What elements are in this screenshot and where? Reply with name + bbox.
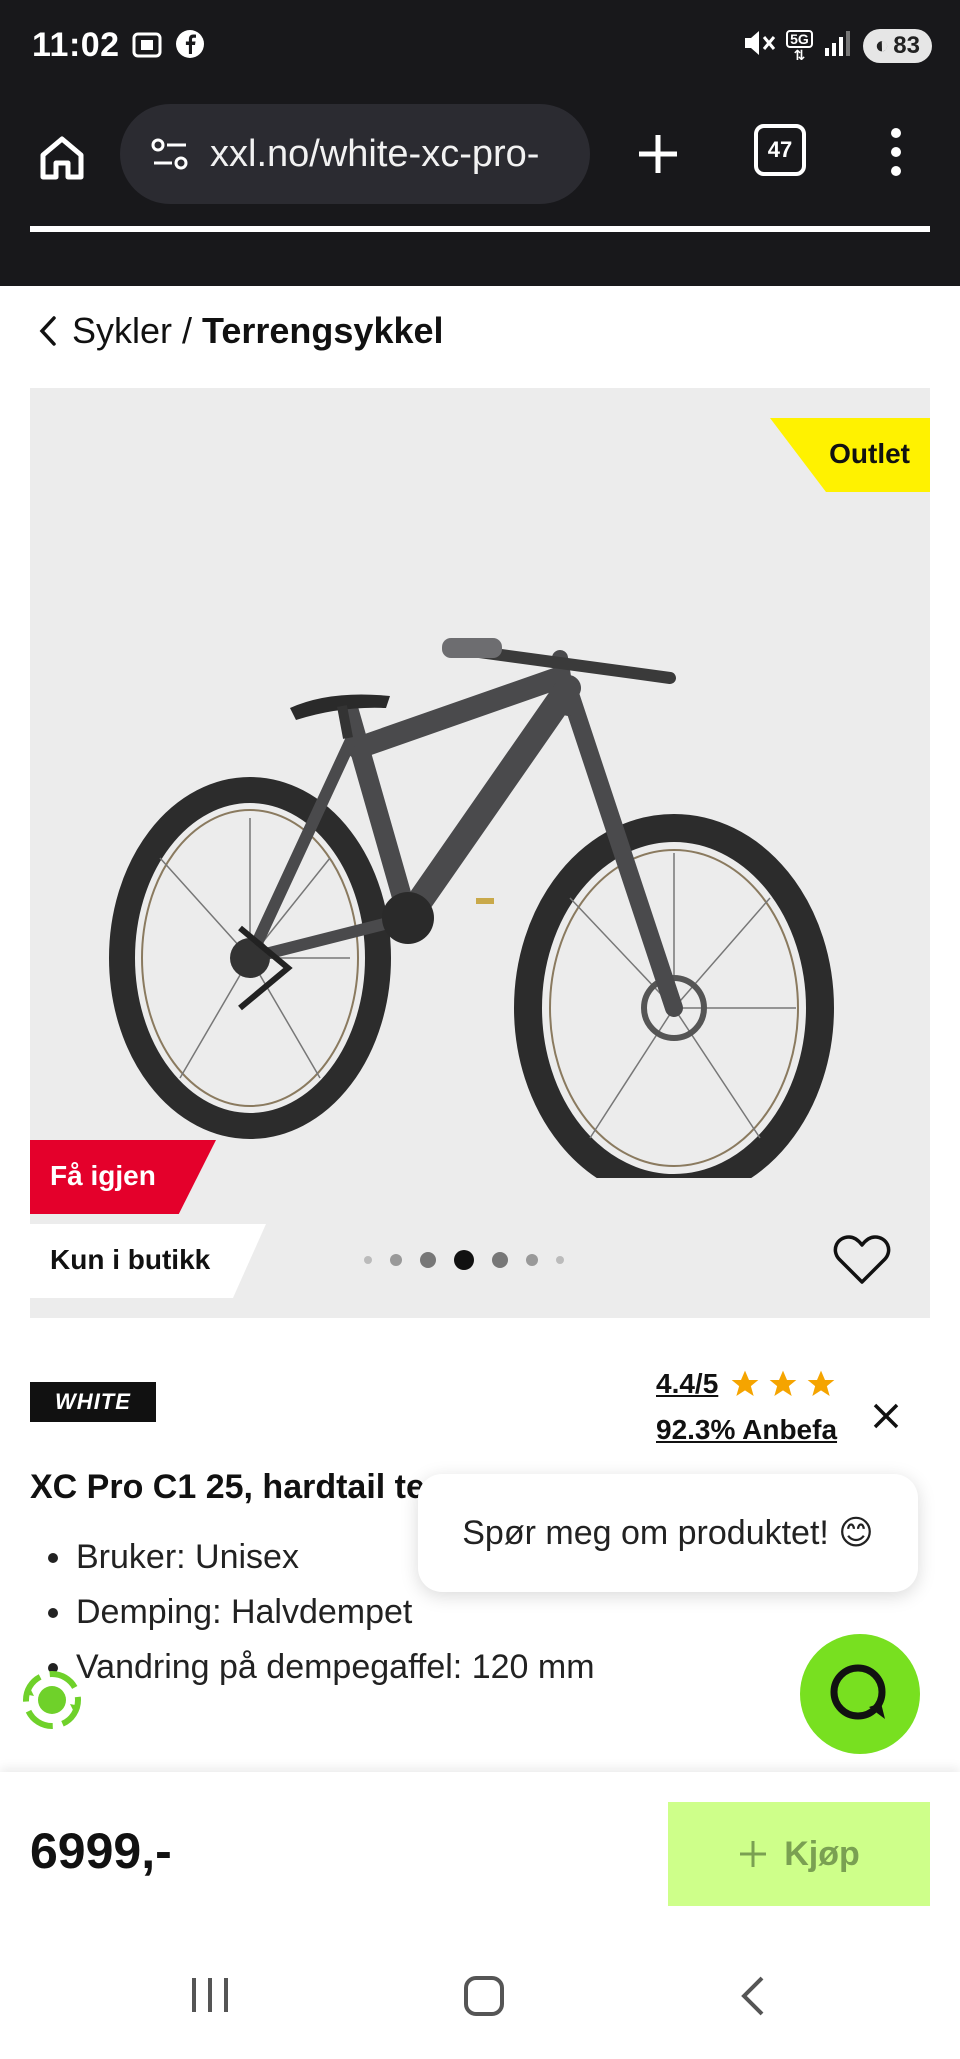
mute-icon — [742, 28, 776, 63]
page-load-indicator — [30, 226, 930, 232]
star-icon — [731, 1370, 759, 1396]
close-icon — [873, 1403, 899, 1429]
rating-value[interactable]: 4.4/5 — [656, 1368, 718, 1400]
heart-icon — [833, 1235, 891, 1284]
home-icon — [40, 136, 84, 180]
browser-menu-button[interactable] — [876, 122, 916, 182]
favorite-button[interactable] — [830, 1228, 894, 1292]
network-5g-icon: 5G ⇅ — [786, 29, 813, 62]
carousel-dot[interactable] — [492, 1252, 508, 1268]
address-bar[interactable]: xxl.no/white-xc-pro- — [120, 104, 590, 204]
price: 6999,- — [30, 1823, 172, 1879]
screenshot-icon — [130, 28, 164, 70]
recent-apps-button[interactable] — [192, 1978, 228, 2012]
battery-indicator: ◐ 83 — [862, 28, 932, 63]
plus-icon — [639, 135, 677, 173]
browser-toolbar: xxl.no/white-xc-pro- 47 — [0, 96, 960, 286]
carousel-dot-active[interactable] — [454, 1250, 474, 1270]
carousel-indicator — [364, 1250, 564, 1270]
breadcrumb-separator: / — [182, 310, 193, 351]
chat-button[interactable] — [800, 1634, 920, 1754]
star-icon — [807, 1370, 835, 1396]
carousel-dot[interactable] — [364, 1256, 372, 1264]
spec-item: Vandring på dempegaffel: 120 mm — [48, 1648, 595, 1687]
rating-stars — [728, 1368, 838, 1400]
home-nav-button[interactable] — [464, 1976, 504, 2016]
breadcrumb-current[interactable]: Terrengsykkel — [202, 310, 443, 352]
plus-icon — [740, 1841, 767, 1867]
back-button[interactable] — [738, 1974, 768, 2023]
buy-label: Kjøp — [784, 1834, 860, 1873]
facebook-icon — [174, 28, 206, 68]
carousel-dot[interactable] — [526, 1254, 538, 1266]
battery-saver-icon: ◐ — [874, 31, 890, 59]
status-bar: 11:02 5G ⇅ ◐ 83 — [0, 0, 960, 96]
back-icon — [741, 1976, 764, 2016]
carousel-dot[interactable] — [420, 1252, 436, 1268]
buy-button[interactable]: Kjøp — [668, 1802, 930, 1906]
home-button[interactable] — [30, 126, 94, 190]
breadcrumb: Sykler / Terrengsykkel — [38, 310, 444, 352]
breadcrumb-parent[interactable]: Sykler — [72, 310, 172, 352]
product-title: XC Pro C1 25, hardtail te — [30, 1468, 425, 1506]
sticky-buy-bar: 6999,- Kjøp — [0, 1772, 960, 1940]
signal-icon — [823, 28, 853, 63]
outlet-badge: Outlet — [770, 418, 930, 492]
close-chat-prompt-button[interactable] — [866, 1396, 906, 1436]
status-time: 11:02 — [32, 26, 120, 64]
tab-switcher-button[interactable]: 47 — [754, 124, 806, 176]
brand-logo[interactable]: WHITE — [30, 1382, 156, 1422]
chevron-left-icon[interactable] — [38, 314, 58, 348]
star-icon — [769, 1370, 797, 1396]
bike-image — [109, 638, 834, 1178]
site-settings-icon[interactable] — [150, 136, 190, 172]
carousel-dot[interactable] — [556, 1256, 564, 1264]
chat-icon — [830, 1664, 886, 1720]
cashback-badge: Få igjen — [30, 1140, 216, 1214]
store-only-badge: Kun i butikk — [30, 1224, 266, 1298]
system-nav-bar — [0, 1940, 960, 2059]
new-tab-button[interactable] — [620, 116, 696, 192]
recommend-rate[interactable]: 92.3% Anbefa — [656, 1414, 837, 1446]
url-text: xxl.no/white-xc-pro- — [210, 132, 540, 175]
carousel-dot[interactable] — [390, 1254, 402, 1266]
recycle-icon[interactable] — [16, 1664, 88, 1736]
product-image-carousel[interactable]: Outlet Få igjen Kun i butikk — [30, 388, 930, 1318]
rating[interactable]: 4.4/5 — [656, 1368, 838, 1400]
status-indicators: 5G ⇅ ◐ 83 — [742, 28, 932, 63]
chat-prompt-bubble[interactable]: Spør meg om produktet! 😊 — [418, 1474, 918, 1592]
spec-item: Demping: Halvdempet — [48, 1593, 595, 1632]
